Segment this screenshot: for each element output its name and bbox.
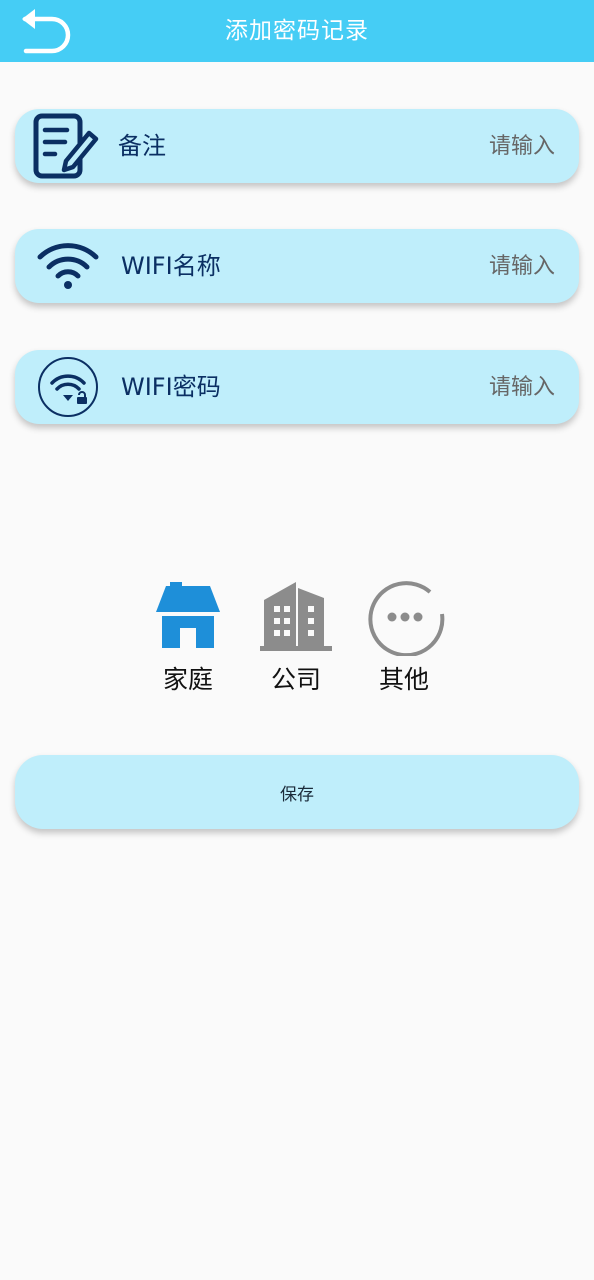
page-title: 添加密码记录 <box>225 18 369 44</box>
wifi-name-field-row[interactable]: WIFI名称 <box>15 229 579 303</box>
category-other-label: 其他 <box>378 665 429 694</box>
top-bar: 添加密码记录 <box>0 0 594 62</box>
note-input[interactable] <box>335 126 555 166</box>
wifi-password-label: WIFI密码 <box>121 373 221 401</box>
category-home[interactable]: 家庭 <box>146 578 230 698</box>
category-company[interactable]: 公司 <box>254 578 338 698</box>
edit-note-icon <box>33 113 99 179</box>
category-home-label: 家庭 <box>162 665 213 694</box>
note-field-row[interactable]: 备注 <box>15 109 579 183</box>
more-circle-icon <box>368 581 445 656</box>
category-company-label: 公司 <box>270 665 321 694</box>
building-icon <box>260 582 332 651</box>
wifi-name-input[interactable] <box>335 246 555 286</box>
wifi-name-label: WIFI名称 <box>121 252 221 280</box>
category-other[interactable]: 其他 <box>362 578 446 698</box>
home-icon <box>156 582 220 648</box>
wifi-password-input[interactable] <box>335 367 555 407</box>
wifi-password-field-row[interactable]: WIFI密码 <box>15 350 579 424</box>
save-button[interactable]: 保存 <box>15 755 579 829</box>
wifi-lock-icon <box>38 357 98 417</box>
wifi-icon <box>37 243 99 289</box>
note-label: 备注 <box>118 132 166 160</box>
